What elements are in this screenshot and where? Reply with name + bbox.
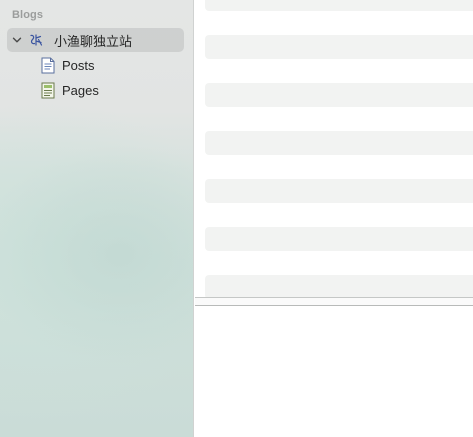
placeholder-row <box>205 131 473 155</box>
placeholder-row <box>205 83 473 107</box>
sidebar-section-header: Blogs <box>12 9 44 21</box>
detail-pane <box>195 306 473 437</box>
placeholder-row <box>205 275 473 298</box>
sidebar: Blogs 小渔聊独立站 Posts Pages <box>0 0 194 437</box>
pages-icon <box>40 82 55 99</box>
placeholder-row <box>205 35 473 59</box>
sidebar-item-pages-label: Pages <box>62 82 99 98</box>
blog-glyph-icon <box>28 32 44 48</box>
app-window: Blogs 小渔聊独立站 Posts Pages <box>0 0 473 437</box>
placeholder-row <box>205 227 473 251</box>
document-icon <box>40 57 55 74</box>
placeholder-row <box>205 0 473 11</box>
sidebar-item-blog-label: 小渔聊独立站 <box>54 33 133 49</box>
sidebar-item-posts[interactable]: Posts <box>40 55 95 75</box>
sidebar-item-blog[interactable]: 小渔聊独立站 <box>7 28 184 52</box>
placeholder-row <box>205 179 473 203</box>
post-list-pane <box>195 0 473 298</box>
sidebar-item-posts-label: Posts <box>62 57 95 73</box>
main-content <box>195 0 473 437</box>
split-handle[interactable] <box>195 298 473 305</box>
sidebar-item-pages[interactable]: Pages <box>40 80 99 100</box>
chevron-down-icon[interactable] <box>10 33 24 47</box>
